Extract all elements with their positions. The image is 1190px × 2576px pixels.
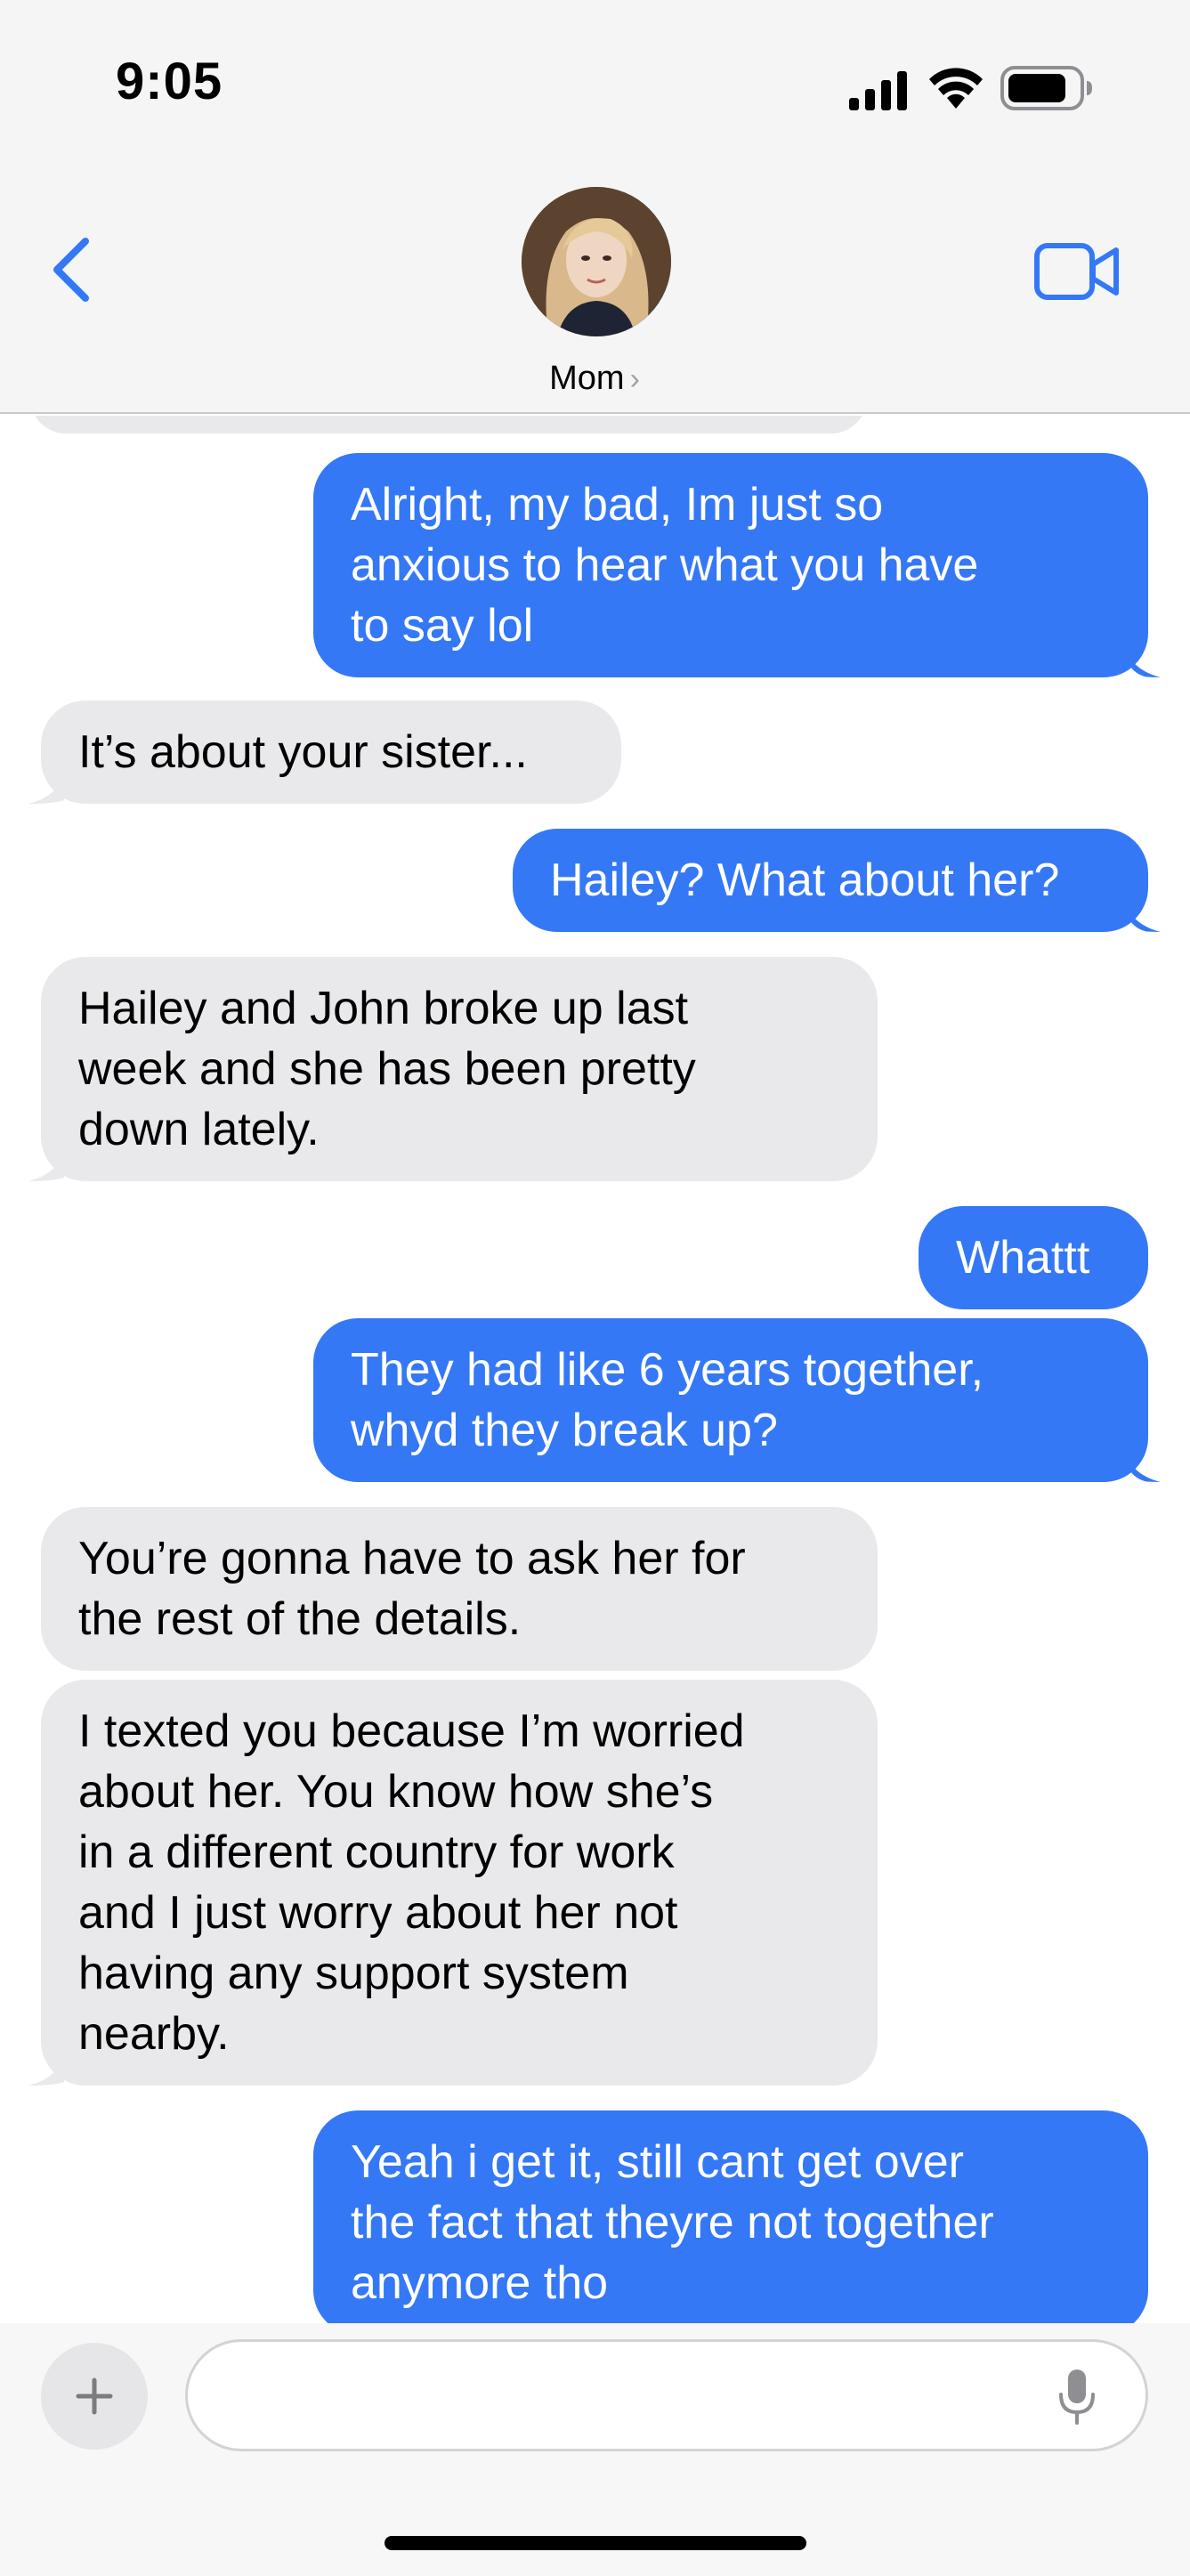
sent-message-bubble[interactable]: Yeah i get it, still cant get over the f… [313,2110,1148,2323]
received-message-bubble[interactable]: I texted you because I’m worried about h… [41,1680,878,2086]
sent-message-bubble[interactable]: Hailey? What about her? [513,829,1148,932]
received-message-bubble[interactable]: You’re gonna have to ask her for the res… [41,1507,878,1671]
plus-icon [76,2378,113,2415]
received-message-bubble[interactable]: Hailey and John broke up last week and s… [41,957,878,1181]
previous-message-bubble [30,416,867,433]
chevron-left-icon [53,238,89,302]
chevron-right-icon: › [629,362,640,396]
home-indicator[interactable] [385,2536,806,2550]
status-bar: 9:05 [0,0,1190,169]
battery-icon [1000,66,1092,110]
microphone-icon [1059,2369,1095,2425]
sent-message-bubble[interactable]: They had like 6 years together, whyd the… [313,1318,1148,1482]
message-thread[interactable]: Alright, my bad, Im just so anxious to h… [0,416,1190,2323]
contact-name-label: Mom [549,360,625,397]
sent-message-bubble[interactable]: Alright, my bad, Im just so anxious to h… [313,453,1148,677]
video-camera-icon [1034,243,1119,300]
compose-bar [0,2323,1190,2576]
wifi-icon [929,68,983,109]
conversation-header: Mom › [0,169,1190,414]
status-time: 9:05 [116,53,223,110]
contact-name: Mom › [506,360,684,398]
back-button[interactable] [45,230,98,310]
avatar-photo [522,187,671,336]
received-message-bubble[interactable]: It’s about your sister... [41,701,621,804]
message-input[interactable] [185,2339,1148,2451]
facetime-video-button[interactable] [1032,236,1121,307]
cellular-signal-icon [849,71,907,110]
contact-info-button[interactable]: Mom › [506,187,684,401]
dictation-button[interactable] [1050,2366,1104,2428]
apps-plus-button[interactable] [41,2343,148,2450]
avatar [522,187,671,336]
sent-message-bubble[interactable]: Whattt [919,1206,1148,1309]
